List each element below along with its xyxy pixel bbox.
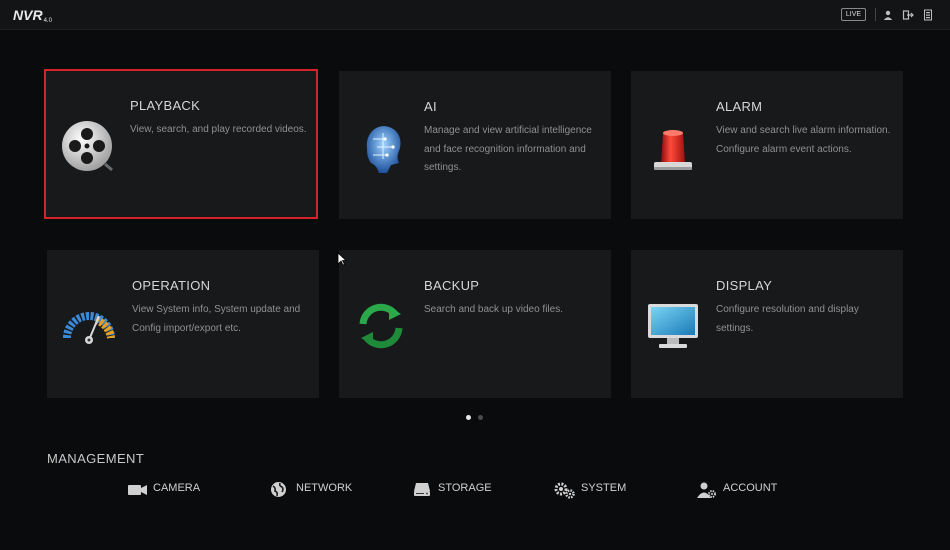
- tile-description: Configure resolution and display setting…: [716, 304, 859, 334]
- page-dot-active[interactable]: [466, 415, 471, 420]
- ai-head-icon: [366, 126, 401, 173]
- page-dot[interactable]: [478, 415, 483, 420]
- camera-icon: [128, 485, 147, 495]
- account-icon: [697, 482, 716, 498]
- monitor-icon: [648, 304, 698, 348]
- tile-playback[interactable]: PLAYBACK View, search, and play recorded…: [44, 69, 318, 219]
- management-network[interactable]: NETWORK: [270, 480, 360, 500]
- user-icon[interactable]: [882, 9, 894, 21]
- tile-display[interactable]: DISPLAY Configure resolution and display…: [631, 250, 903, 398]
- tile-description: View and search live alarm information. …: [716, 125, 891, 155]
- globe-icon: [271, 482, 286, 497]
- tile-operation[interactable]: OPERATION View System info, System updat…: [47, 250, 319, 398]
- live-button[interactable]: LIVE: [841, 8, 866, 21]
- tile-title: ALARM: [716, 99, 763, 114]
- nvr-logo: NVR4.0: [13, 7, 52, 24]
- alarm-siren-icon: [654, 130, 692, 170]
- tile-title: BACKUP: [424, 278, 480, 293]
- management-label: SYSTEM: [581, 482, 627, 494]
- top-divider: [875, 8, 876, 21]
- gauge-icon: [63, 312, 115, 344]
- tile-ai[interactable]: AI Manage and view artificial intelligen…: [339, 71, 611, 219]
- tile-alarm[interactable]: ALARM View and search live alarm informa…: [631, 71, 903, 219]
- film-reel-icon: [62, 121, 113, 172]
- tile-description: Search and back up video files.: [424, 304, 563, 315]
- management-label: CAMERA: [153, 482, 201, 494]
- management-label: NETWORK: [296, 482, 353, 494]
- hard-drive-icon: [414, 483, 430, 496]
- mouse-cursor: [337, 252, 347, 266]
- tile-description: Manage and view artificial intelligence …: [424, 125, 592, 173]
- tile-title: OPERATION: [132, 278, 211, 293]
- management-heading: MANAGEMENT: [47, 451, 145, 466]
- tile-title: PLAYBACK: [130, 98, 201, 113]
- logout-icon[interactable]: [902, 9, 914, 21]
- tile-title: DISPLAY: [716, 278, 773, 293]
- management-camera[interactable]: CAMERA: [128, 480, 208, 500]
- menu-icon[interactable]: [922, 9, 934, 21]
- top-bar: NVR4.0 LIVE: [0, 0, 950, 30]
- tile-backup[interactable]: BACKUP Search and back up video files.: [339, 250, 611, 398]
- tile-description: View, search, and play recorded videos.: [130, 124, 307, 135]
- gears-icon: [554, 482, 575, 499]
- management-system[interactable]: SYSTEM: [554, 480, 644, 500]
- management-label: STORAGE: [438, 482, 492, 494]
- management-storage[interactable]: STORAGE: [413, 480, 503, 500]
- refresh-arrows-icon: [359, 303, 403, 349]
- tile-title: AI: [424, 99, 437, 114]
- management-account[interactable]: ACCOUNT: [697, 480, 787, 500]
- tile-description: View System info, System update and Conf…: [132, 304, 301, 334]
- management-label: ACCOUNT: [723, 482, 778, 494]
